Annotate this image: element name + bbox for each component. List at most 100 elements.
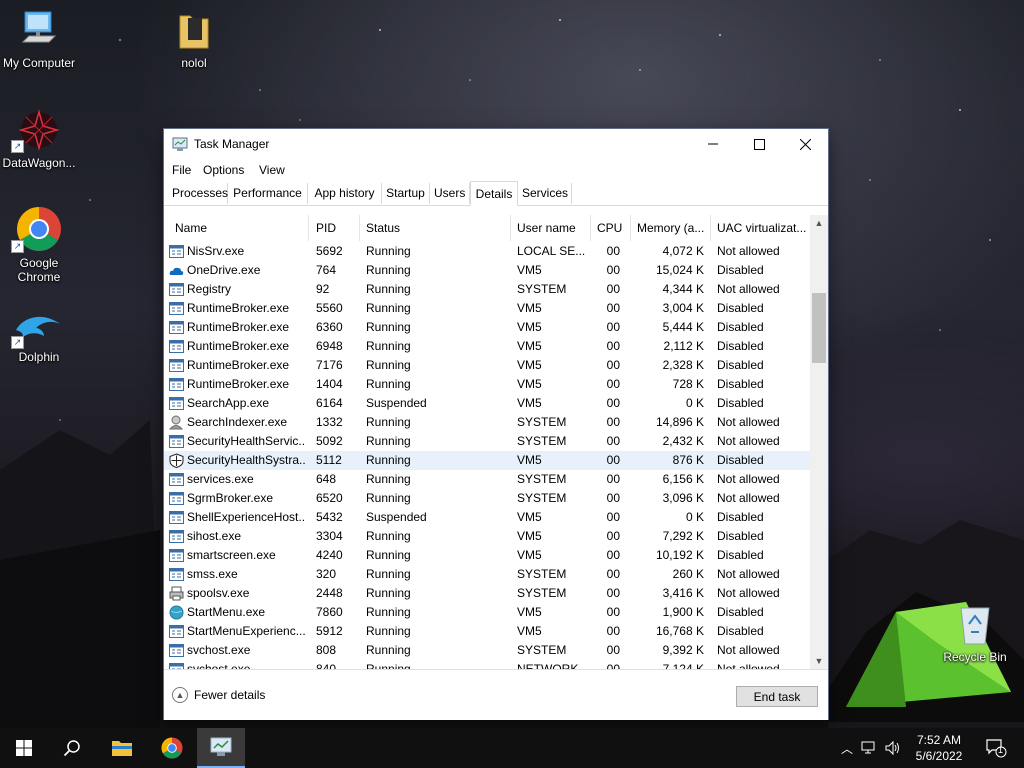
column-header-memory[interactable]: Memory (a... bbox=[631, 215, 711, 241]
column-header-cpu[interactable]: CPU bbox=[591, 215, 631, 241]
network-icon[interactable] bbox=[860, 740, 878, 756]
exe-icon bbox=[169, 473, 184, 486]
volume-icon[interactable] bbox=[884, 740, 902, 756]
close-button[interactable] bbox=[782, 129, 828, 159]
desktop-icon-my-computer[interactable]: My Computer bbox=[0, 10, 81, 70]
table-row[interactable]: RuntimeBroker.exe 6360 Running VM5 00 5,444 K… bbox=[164, 318, 810, 337]
column-header-user-name[interactable]: User name bbox=[511, 215, 591, 241]
minimize-button[interactable] bbox=[690, 129, 736, 159]
scroll-up-icon[interactable]: ▲ bbox=[810, 215, 828, 231]
table-row[interactable]: SgrmBroker.exe 6520 Running SYSTEM 00 3,096 K… bbox=[164, 489, 810, 508]
process-cpu: 00 bbox=[606, 320, 620, 334]
vertical-scrollbar[interactable]: ▲ ▼ bbox=[810, 215, 828, 669]
process-memory: 2,112 K bbox=[663, 339, 704, 353]
process-pid: 5432 bbox=[316, 510, 343, 524]
table-row[interactable]: SearchApp.exe 6164 Suspended VM5 00 0 K Disabl… bbox=[164, 394, 810, 413]
scrollbar-thumb[interactable] bbox=[812, 293, 826, 363]
notification-icon bbox=[986, 739, 1007, 758]
table-row[interactable]: RuntimeBroker.exe 5560 Running VM5 00 3,004 K… bbox=[164, 299, 810, 318]
taskbar-search-button[interactable] bbox=[48, 728, 96, 768]
tab-app-history[interactable]: App history bbox=[308, 183, 382, 204]
maximize-button[interactable] bbox=[736, 129, 782, 159]
exe-icon bbox=[169, 302, 184, 315]
taskbar-chrome[interactable] bbox=[148, 728, 196, 768]
table-row[interactable]: SearchIndexer.exe 1332 Running SYSTEM 00 14,8… bbox=[164, 413, 810, 432]
process-status: Running bbox=[366, 624, 411, 638]
exe-icon bbox=[169, 663, 184, 669]
desktop-icon-nolol[interactable]: nolol bbox=[152, 10, 236, 70]
process-uac-virtualization: Disabled bbox=[717, 301, 764, 315]
menu-view[interactable]: View bbox=[259, 163, 285, 177]
table-row[interactable]: RuntimeBroker.exe 6948 Running VM5 00 2,112 K… bbox=[164, 337, 810, 356]
table-row[interactable]: ShellExperienceHost.... 5432 Suspended VM5 0… bbox=[164, 508, 810, 527]
desktop-icon-recycle-bin[interactable]: Recycle Bin bbox=[933, 602, 1017, 664]
table-row[interactable]: SecurityHealthSystra... 5112 Running VM5 00 8… bbox=[164, 451, 810, 470]
start-button[interactable] bbox=[0, 728, 48, 768]
process-user-name: VM5 bbox=[517, 358, 542, 372]
desktop-icon-dolphin[interactable]: ↗ Dolphin bbox=[0, 310, 81, 364]
process-pid: 7176 bbox=[316, 358, 343, 372]
table-row[interactable]: smartscreen.exe 4240 Running VM5 00 10,192 K D… bbox=[164, 546, 810, 565]
table-row[interactable]: SecurityHealthServic... 5092 Running SYSTEM… bbox=[164, 432, 810, 451]
table-row[interactable]: services.exe 648 Running SYSTEM 00 6,156 K Not… bbox=[164, 470, 810, 489]
table-row[interactable]: svchost.exe 840 Running NETWORK... 00 7,124 K… bbox=[164, 660, 810, 669]
desktop-icon-google-chrome[interactable]: ↗ Google Chrome bbox=[0, 206, 81, 284]
table-row[interactable]: StartMenu.exe 7860 Running VM5 00 1,900 K Disa… bbox=[164, 603, 810, 622]
process-uac-virtualization: Disabled bbox=[717, 263, 764, 277]
taskbar-task-manager[interactable] bbox=[197, 728, 245, 768]
notification-badge: 1 bbox=[998, 745, 1004, 755]
tab-startup[interactable]: Startup bbox=[382, 183, 430, 204]
table-row[interactable]: spoolsv.exe 2448 Running SYSTEM 00 3,416 K Not… bbox=[164, 584, 810, 603]
process-memory: 7,292 K bbox=[662, 529, 704, 543]
title-bar[interactable]: Task Manager bbox=[164, 129, 828, 159]
table-row[interactable]: StartMenuExperienc... 5912 Running VM5 00 16,… bbox=[164, 622, 810, 641]
tab-performance[interactable]: Performance bbox=[228, 183, 308, 204]
search-icon bbox=[63, 740, 80, 757]
end-task-button[interactable]: End task bbox=[736, 686, 818, 707]
fewer-details-button[interactable]: ▲ Fewer details bbox=[172, 687, 265, 703]
process-status: Running bbox=[366, 282, 411, 296]
tab-processes[interactable]: Processes bbox=[168, 183, 228, 204]
table-header: ⌃ Name PID Status User name CPU Memory (… bbox=[164, 215, 810, 241]
scroll-down-icon[interactable]: ▼ bbox=[810, 653, 828, 669]
process-uac-virtualization: Disabled bbox=[717, 529, 764, 543]
table-row[interactable]: sihost.exe 3304 Running VM5 00 7,292 K Disable… bbox=[164, 527, 810, 546]
table-row[interactable]: RuntimeBroker.exe 7176 Running VM5 00 2,328 K… bbox=[164, 356, 810, 375]
column-header-name[interactable]: Name bbox=[169, 215, 309, 241]
tab-users[interactable]: Users bbox=[430, 183, 470, 204]
menu-file[interactable]: File bbox=[172, 163, 191, 177]
process-status: Running bbox=[366, 567, 411, 581]
tab-services[interactable]: Services bbox=[518, 183, 572, 204]
desktop-icon-datawagon[interactable]: ↗ DataWagon... bbox=[0, 108, 81, 170]
table-row[interactable]: Registry 92 Running SYSTEM 00 4,344 K Not allo… bbox=[164, 280, 810, 299]
process-memory: 3,096 K bbox=[662, 491, 704, 505]
process-cpu: 00 bbox=[606, 358, 620, 372]
table-row[interactable]: svchost.exe 808 Running SYSTEM 00 9,392 K Not … bbox=[164, 641, 810, 660]
process-user-name: SYSTEM bbox=[517, 472, 567, 486]
table-row[interactable]: RuntimeBroker.exe 1404 Running VM5 00 728 K Di… bbox=[164, 375, 810, 394]
process-user-name: SYSTEM bbox=[517, 282, 567, 296]
taskbar-file-explorer[interactable] bbox=[98, 728, 146, 768]
table-row[interactable]: NisSrv.exe 5692 Running LOCAL SE... 00 4,072 … bbox=[164, 242, 810, 261]
menu-options[interactable]: Options bbox=[203, 163, 244, 177]
process-pid: 92 bbox=[316, 282, 330, 296]
exe-icon bbox=[169, 359, 184, 372]
tab-strip: Processes Performance App history Startu… bbox=[164, 181, 828, 206]
column-header-uac-virtualization[interactable]: UAC virtualizat... bbox=[711, 215, 810, 241]
process-pid: 764 bbox=[316, 263, 337, 277]
taskbar-clock[interactable]: 7:52 AM 5/6/2022 bbox=[906, 732, 972, 764]
table-row[interactable]: OneDrive.exe 764 Running VM5 00 15,024 K Disab… bbox=[164, 261, 810, 280]
process-memory: 9,392 K bbox=[662, 643, 704, 657]
process-cpu: 00 bbox=[606, 662, 620, 669]
tab-details[interactable]: Details bbox=[470, 181, 518, 206]
process-uac-virtualization: Disabled bbox=[717, 510, 764, 524]
column-header-pid[interactable]: PID bbox=[310, 215, 360, 241]
table-row[interactable]: smss.exe 320 Running SYSTEM 00 260 K Not allow… bbox=[164, 565, 810, 584]
process-cpu: 00 bbox=[606, 510, 620, 524]
notification-center-button[interactable]: 1 bbox=[976, 728, 1016, 768]
show-hidden-icons-chevron-icon[interactable]: ︿ bbox=[838, 740, 856, 757]
process-name: SecurityHealthSystra... bbox=[187, 453, 305, 467]
process-name: StartMenu.exe bbox=[187, 605, 266, 619]
process-user-name: VM5 bbox=[517, 339, 542, 353]
column-header-status[interactable]: Status bbox=[360, 215, 511, 241]
